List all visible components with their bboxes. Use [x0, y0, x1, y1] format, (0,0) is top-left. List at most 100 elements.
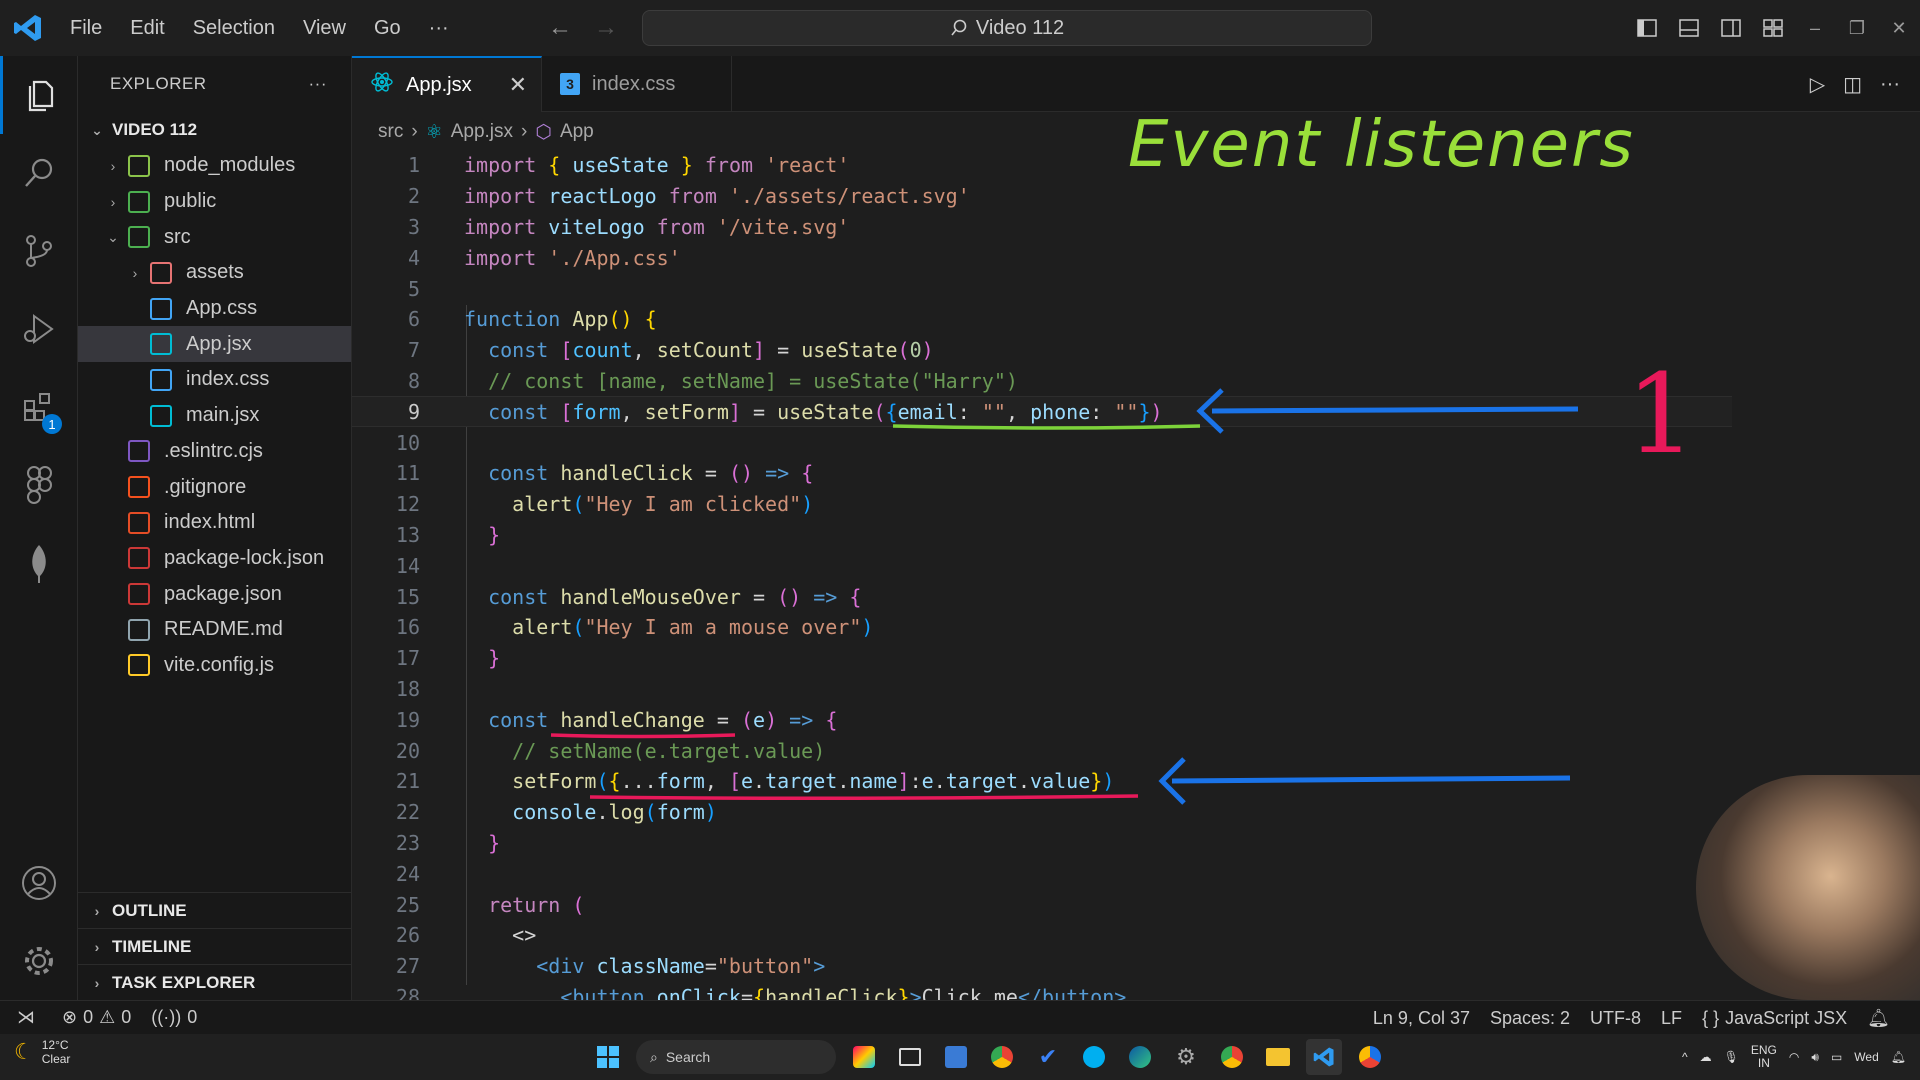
end-of-line[interactable]: LF — [1651, 1008, 1692, 1029]
file-tree-item[interactable]: App.jsx — [78, 326, 351, 363]
section-outline[interactable]: › OUTLINE — [78, 892, 352, 928]
onedrive-icon[interactable]: ☁ — [1700, 1050, 1712, 1064]
language-mode[interactable]: { } JavaScript JSX — [1692, 1008, 1857, 1029]
file-tree-item[interactable]: vite.config.js — [78, 648, 351, 684]
file-tree-item[interactable]: index.html — [78, 505, 351, 541]
code-line[interactable]: 10 — [352, 427, 1732, 458]
figma-icon[interactable] — [0, 446, 78, 524]
ports-status[interactable]: ((·)) 0 — [141, 1007, 207, 1028]
restore-icon[interactable]: ❐ — [1836, 0, 1878, 56]
file-tree-item[interactable]: package.json — [78, 576, 351, 612]
code-line[interactable]: 18 — [352, 674, 1732, 705]
code-line[interactable]: 1 import { useState } from 'react' — [352, 150, 1732, 181]
task-view-icon[interactable] — [892, 1039, 928, 1075]
menu-file[interactable]: File — [56, 0, 116, 56]
toggle-secondary-sidebar-icon[interactable] — [1710, 0, 1752, 56]
code-line[interactable]: 7 const [count, setCount] = useState(0) — [352, 335, 1732, 366]
file-tree-item[interactable]: › public — [78, 184, 351, 220]
explorer-more-icon[interactable]: ··· — [309, 74, 327, 94]
todo-app-icon[interactable]: ✔ — [1030, 1039, 1066, 1075]
section-task-explorer[interactable]: › TASK EXPLORER — [78, 964, 352, 1000]
breadcrumb-symbol[interactable]: App — [560, 121, 594, 143]
menu-selection[interactable]: Selection — [179, 0, 289, 56]
menu-view[interactable]: View — [289, 0, 360, 56]
file-tree-item[interactable]: .eslintrc.cjs — [78, 434, 351, 470]
code-line[interactable]: 26 <> — [352, 920, 1732, 951]
clock-day[interactable]: Wed — [1854, 1050, 1878, 1064]
code-line[interactable]: 22 console.log(form) — [352, 797, 1732, 828]
wifi-icon[interactable]: ◠ — [1789, 1050, 1799, 1064]
explorer-icon[interactable] — [0, 56, 78, 134]
cursor-position[interactable]: Ln 9, Col 37 — [1363, 1008, 1480, 1029]
code-line[interactable]: 20 // setName(e.target.value) — [352, 735, 1732, 766]
toggle-panel-icon[interactable] — [1668, 0, 1710, 56]
run-debug-icon[interactable] — [0, 290, 78, 368]
problems-status[interactable]: ⊗ 0 ⚠ 0 — [52, 1007, 141, 1028]
split-editor-icon[interactable]: ◫ — [1843, 72, 1862, 97]
account-icon[interactable] — [0, 844, 78, 922]
battery-icon[interactable]: ▭ — [1831, 1050, 1842, 1064]
close-tab-icon[interactable]: ✕ — [509, 72, 527, 98]
language-indicator[interactable]: ENG IN — [1751, 1044, 1777, 1070]
chrome-icon[interactable] — [984, 1039, 1020, 1075]
widgets-icon[interactable] — [846, 1039, 882, 1075]
file-tree-item[interactable]: ⌄ src — [78, 219, 351, 255]
notifications-bell-icon[interactable]: 🔔︎ — [1857, 1008, 1900, 1029]
file-tree-item[interactable]: › assets — [78, 255, 351, 291]
tab-app-jsx[interactable]: App.jsx ✕ — [352, 56, 542, 112]
chevron-up-icon[interactable]: ^ — [1682, 1050, 1688, 1064]
code-line[interactable]: 4 import './App.css' — [352, 242, 1732, 273]
menu-edit[interactable]: Edit — [116, 0, 178, 56]
code-line[interactable]: 12 alert("Hey I am clicked") — [352, 489, 1732, 520]
vscode-taskbar-icon[interactable] — [1306, 1039, 1342, 1075]
code-line[interactable]: 15 const handleMouseOver = () => { — [352, 581, 1732, 612]
encoding[interactable]: UTF-8 — [1580, 1008, 1651, 1029]
microphone-icon[interactable]: 🎙︎ — [1724, 1050, 1739, 1064]
code-line[interactable]: 8 // const [name, setName] = useState("H… — [352, 366, 1732, 397]
chrome-profile-icon[interactable] — [1214, 1039, 1250, 1075]
editor-more-icon[interactable]: ··· — [1880, 73, 1900, 96]
weather-widget[interactable]: ☾ 12°C Clear — [14, 1038, 70, 1066]
code-line[interactable]: 3 import viteLogo from '/vite.svg' — [352, 212, 1732, 243]
forward-arrow-icon[interactable]: → — [594, 14, 618, 42]
breadcrumb-src[interactable]: src — [378, 121, 403, 143]
close-window-icon[interactable]: ✕ — [1878, 0, 1920, 56]
volume-icon[interactable]: 🔊︎ — [1811, 1050, 1819, 1065]
breadcrumb-file[interactable]: App.jsx — [451, 121, 513, 143]
code-line[interactable]: 21 setForm({...form, [e.target.name]:e.t… — [352, 766, 1732, 797]
minimize-icon[interactable]: – — [1794, 0, 1836, 56]
code-line[interactable]: 11 const handleClick = () => { — [352, 458, 1732, 489]
back-arrow-icon[interactable]: ← — [548, 14, 572, 42]
edge-icon[interactable] — [1122, 1039, 1158, 1075]
chrome-dev-icon[interactable] — [1352, 1039, 1388, 1075]
file-tree-item[interactable]: App.css — [78, 291, 351, 327]
code-line[interactable]: 19 const handleChange = (e) => { — [352, 704, 1732, 735]
code-line[interactable]: 25 return ( — [352, 889, 1732, 920]
mongodb-leaf-icon[interactable] — [0, 524, 78, 602]
code-line[interactable]: 2 import reactLogo from './assets/react.s… — [352, 181, 1732, 212]
code-line[interactable]: 6 function App() { — [352, 304, 1732, 335]
menu-more[interactable]: ··· — [415, 0, 463, 56]
file-tree-item[interactable]: index.css — [78, 362, 351, 398]
command-center-search[interactable]: Video 112 — [642, 10, 1372, 46]
file-tree-item[interactable]: main.jsx — [78, 398, 351, 434]
workspace-root[interactable]: ⌄ VIDEO 112 — [78, 112, 351, 148]
indentation[interactable]: Spaces: 2 — [1480, 1008, 1580, 1029]
toggle-primary-sidebar-icon[interactable] — [1626, 0, 1668, 56]
code-line[interactable]: 28 <button onClick={handleClick}>Click m… — [352, 982, 1732, 1000]
file-tree-item[interactable]: package-lock.json — [78, 541, 351, 577]
file-explorer-icon[interactable] — [1260, 1039, 1296, 1075]
code-line[interactable]: 17 } — [352, 643, 1732, 674]
windows-start-icon[interactable] — [590, 1039, 626, 1075]
menu-go[interactable]: Go — [360, 0, 415, 56]
code-editor[interactable]: 1 import { useState } from 'react' 2 import… — [352, 150, 1892, 1000]
code-line[interactable]: 16 alert("Hey I am a mouse over") — [352, 612, 1732, 643]
code-line[interactable]: 13 } — [352, 520, 1732, 551]
code-line[interactable]: 9 const [form, setForm] = useState({emai… — [352, 396, 1732, 428]
skype-icon[interactable] — [1076, 1039, 1112, 1075]
code-line[interactable]: 27 <div className="button"> — [352, 951, 1732, 982]
source-control-icon[interactable] — [0, 212, 78, 290]
code-line[interactable]: 23 } — [352, 828, 1732, 859]
settings-gear-icon[interactable] — [0, 922, 78, 1000]
file-tree-item[interactable]: README.md — [78, 612, 351, 648]
